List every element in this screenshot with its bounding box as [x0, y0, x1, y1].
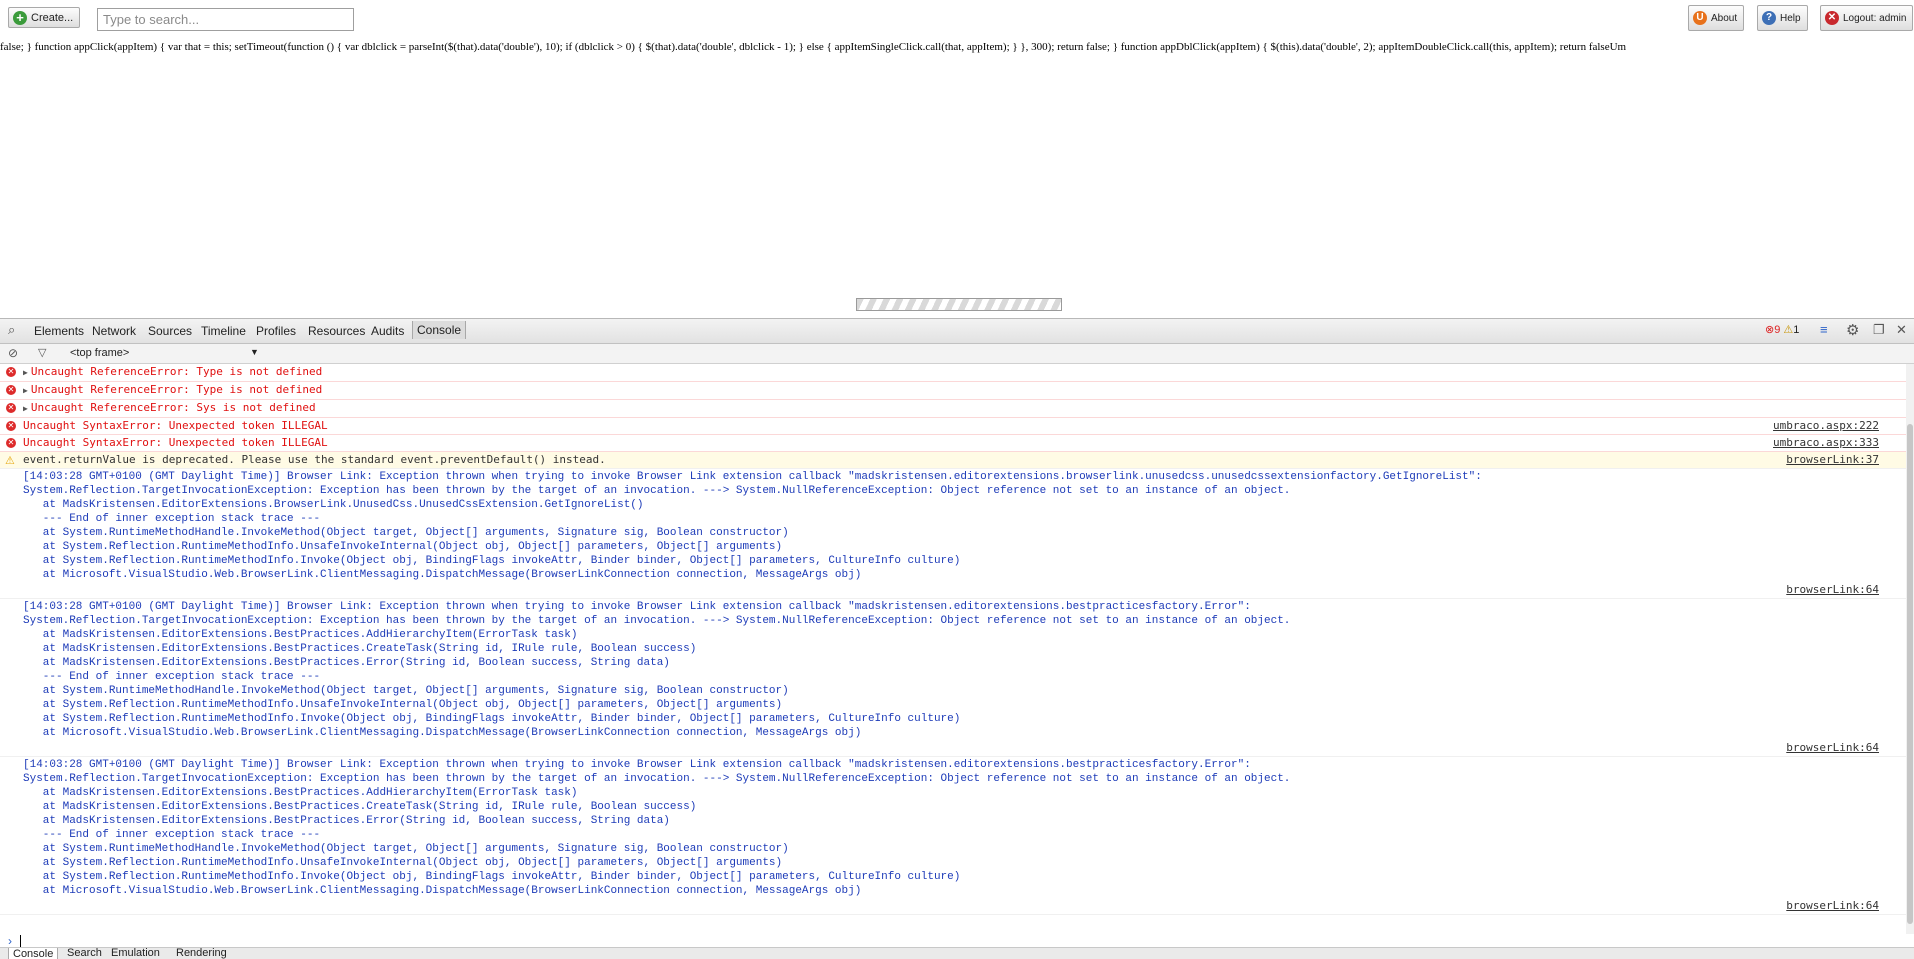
clear-console-icon[interactable]: ⊘ [8, 346, 18, 360]
source-link[interactable]: browserLink:37 [1786, 453, 1879, 467]
logout-icon: ✕ [1825, 11, 1839, 25]
drawer-tab-emulation[interactable]: Emulation [111, 948, 160, 959]
about-button[interactable]: U About [1688, 5, 1745, 31]
console-filter-bar: ⊘ ▽ <top frame> ▼ [0, 344, 1914, 364]
top-toolbar: + Create... U About ? Help ✕ Logout: adm… [0, 0, 1914, 36]
chevron-down-icon: ▼ [250, 347, 259, 357]
tab-console[interactable]: Console [412, 321, 467, 339]
tab-resources[interactable]: Resources [308, 324, 365, 338]
about-icon: U [1693, 11, 1707, 25]
warning-icon: ⚠ [5, 454, 15, 467]
help-button-label: Help [1780, 12, 1801, 24]
message-text: Uncaught ReferenceError: Type is not def… [30, 365, 323, 378]
expand-arrow-icon[interactable]: ▶ [23, 368, 28, 377]
tab-network[interactable]: Network [92, 324, 136, 338]
expand-arrow-icon[interactable]: ▶ [23, 386, 28, 395]
prompt-caret [20, 935, 21, 947]
message-text: [14:03:28 GMT+0100 (GMT Daylight Time)] … [23, 471, 1482, 581]
expand-arrow-icon[interactable]: ▶ [23, 404, 28, 413]
error-counter[interactable]: ⊗9 ⚠1 [1765, 323, 1799, 336]
source-link[interactable]: umbraco.aspx:222 [1773, 419, 1879, 433]
console-message[interactable]: ✕ Uncaught SyntaxError: Unexpected token … [0, 435, 1906, 452]
error-icon: ✕ [6, 421, 16, 431]
tab-profiles[interactable]: Profiles [256, 324, 296, 338]
warning-count: 1 [1793, 324, 1800, 336]
close-icon[interactable]: ✕ [1896, 322, 1907, 338]
console-output: ✕ ▶ Uncaught ReferenceError: Type is not d… [0, 364, 1906, 934]
search-input[interactable] [97, 8, 354, 31]
frame-selector-value: <top frame> [70, 347, 130, 359]
drawer-tab-console[interactable]: Console [8, 948, 59, 959]
console-message[interactable]: [14:03:28 GMT+0100 (GMT Daylight Time)] … [0, 757, 1906, 915]
prompt-chevron-icon: › [8, 934, 12, 948]
warning-icon: ⚠ [1783, 324, 1794, 336]
console-message[interactable]: [14:03:28 GMT+0100 (GMT Daylight Time)] … [0, 599, 1906, 757]
console-message[interactable]: ⚠ event.returnValue is deprecated. Please… [0, 452, 1906, 469]
tab-elements[interactable]: Elements [34, 324, 84, 338]
logout-button[interactable]: ✕ Logout: admin [1820, 5, 1914, 31]
about-button-label: About [1711, 12, 1738, 24]
message-text: Uncaught ReferenceError: Type is not def… [30, 383, 323, 396]
source-link[interactable]: browserLink:64 [1786, 583, 1879, 597]
drawer-tabs: Console Search Emulation Rendering [0, 947, 1914, 959]
source-link[interactable]: umbraco.aspx:333 [1773, 436, 1879, 450]
error-icon: ⊗ [1765, 324, 1775, 336]
devtools-panel: ⌕ Elements Network Sources Timeline Prof… [0, 318, 1914, 959]
scrollbar-thumb[interactable] [1907, 424, 1913, 924]
message-text: Uncaught ReferenceError: Sys is not defi… [30, 401, 316, 414]
inspect-icon[interactable]: ⌕ [8, 322, 15, 338]
plus-icon: + [13, 10, 27, 25]
console-message[interactable]: ✕ ▶ Uncaught ReferenceError: Type is not d… [0, 364, 1906, 382]
logout-button-label: Logout: admin [1843, 12, 1907, 24]
message-text: event.returnValue is deprecated. Please … [23, 453, 606, 466]
leaked-script-text: false; } function appClick(appItem) { va… [0, 41, 1627, 53]
tab-audits[interactable]: Audits [371, 324, 404, 338]
settings-gear-icon[interactable]: ⚙ [1846, 321, 1859, 339]
tab-sources[interactable]: Sources [148, 324, 192, 338]
loading-bar [856, 298, 1062, 311]
message-text: Uncaught SyntaxError: Unexpected token I… [23, 436, 328, 449]
help-icon: ? [1762, 11, 1776, 25]
console-message[interactable]: ✕ ▶ Uncaught ReferenceError: Sys is not de… [0, 400, 1906, 418]
console-message[interactable]: [14:03:28 GMT+0100 (GMT Daylight Time)] … [0, 469, 1906, 599]
frame-selector[interactable]: <top frame> ▼ [70, 347, 260, 359]
tab-timeline[interactable]: Timeline [201, 324, 246, 338]
message-text: [14:03:28 GMT+0100 (GMT Daylight Time)] … [23, 759, 1291, 897]
console-message[interactable]: ✕ ▶ Uncaught ReferenceError: Type is not d… [0, 382, 1906, 400]
message-text: Uncaught SyntaxError: Unexpected token I… [23, 419, 328, 432]
source-link[interactable]: browserLink:64 [1786, 899, 1879, 913]
filter-icon[interactable]: ▽ [38, 346, 46, 359]
devtools-toolbar: ⌕ Elements Network Sources Timeline Prof… [0, 319, 1914, 344]
dock-icon[interactable]: ❐ [1873, 322, 1885, 338]
error-icon: ✕ [6, 367, 16, 377]
drawer-tab-search[interactable]: Search [67, 948, 102, 959]
console-scrollbar[interactable] [1906, 364, 1914, 934]
console-drawer-icon[interactable]: ≡ [1820, 322, 1828, 337]
error-icon: ✕ [6, 385, 16, 395]
error-icon: ✕ [6, 438, 16, 448]
help-button[interactable]: ? Help [1757, 5, 1808, 31]
source-link[interactable]: browserLink:64 [1786, 741, 1879, 755]
console-message[interactable]: ✕ Uncaught SyntaxError: Unexpected token … [0, 418, 1906, 435]
drawer-tab-rendering[interactable]: Rendering [176, 948, 227, 959]
message-text: [14:03:28 GMT+0100 (GMT Daylight Time)] … [23, 601, 1291, 739]
error-count: 9 [1774, 324, 1781, 336]
create-button-label: Create... [31, 11, 74, 24]
error-icon: ✕ [6, 403, 16, 413]
create-button[interactable]: + Create... [8, 7, 81, 28]
